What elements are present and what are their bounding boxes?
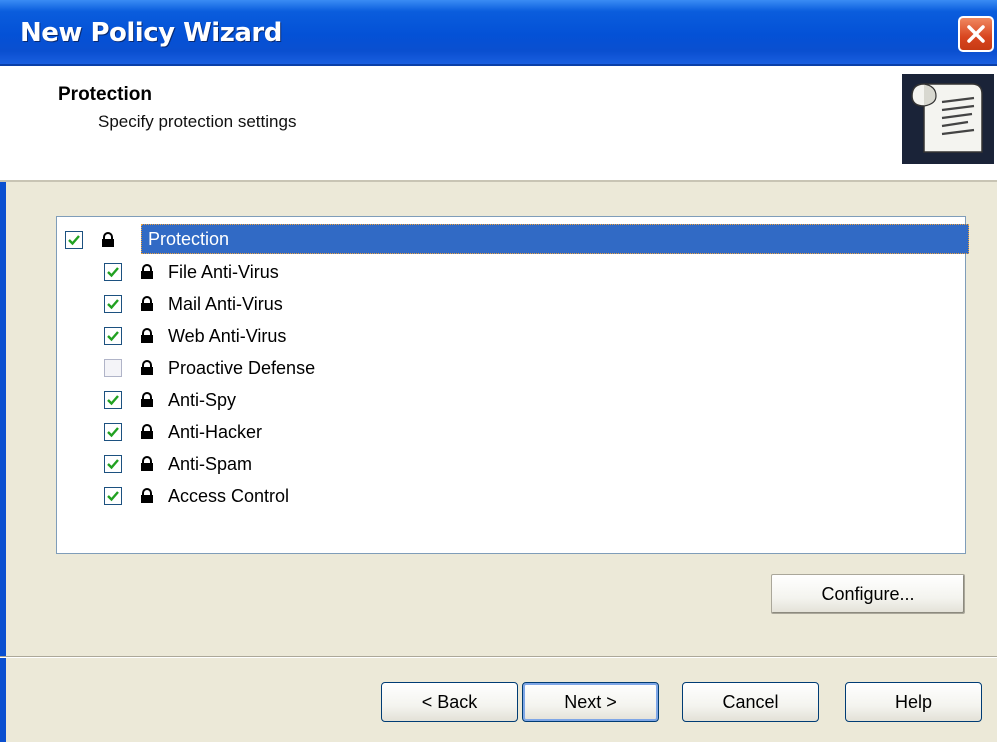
checkbox[interactable] bbox=[104, 455, 122, 473]
lock-icon bbox=[141, 488, 153, 503]
tree-item-label: Mail Anti-Virus bbox=[168, 293, 283, 314]
protection-tree[interactable]: Protection File Anti-Virus Mail Anti-Vir… bbox=[56, 216, 969, 554]
window-title: New Policy Wizard bbox=[20, 18, 282, 48]
checkbox[interactable] bbox=[104, 295, 122, 313]
tree-item-label: Access Control bbox=[168, 485, 290, 506]
lock-icon bbox=[141, 264, 153, 279]
tree-item-mail-anti-virus[interactable]: Mail Anti-Virus bbox=[104, 289, 283, 319]
footer-divider bbox=[0, 656, 997, 658]
checkmark-icon bbox=[107, 459, 119, 470]
tree-item-anti-spam[interactable]: Anti-Spam bbox=[104, 449, 252, 479]
tree-item-label: Anti-Spy bbox=[168, 389, 237, 410]
checkbox[interactable] bbox=[104, 487, 122, 505]
checkmark-icon bbox=[107, 395, 119, 406]
checkmark-icon bbox=[107, 331, 119, 342]
tree-item-label: Anti-Spam bbox=[168, 453, 253, 474]
tree-item-label: Anti-Hacker bbox=[168, 421, 263, 442]
checkbox[interactable] bbox=[104, 327, 122, 345]
lock-icon bbox=[141, 456, 153, 471]
tree-item-label: Web Anti-Virus bbox=[168, 325, 287, 346]
tree-root-checkbox[interactable] bbox=[65, 231, 83, 249]
configure-button[interactable]: Configure... bbox=[771, 574, 965, 614]
lock-icon bbox=[141, 360, 153, 375]
lock-icon bbox=[141, 424, 153, 439]
wizard-header: Protection Specify protection settings bbox=[0, 66, 997, 182]
lock-icon bbox=[141, 328, 153, 343]
lock-icon bbox=[102, 232, 114, 247]
checkmark-icon bbox=[107, 267, 119, 278]
tree-root-selection[interactable]: Protection bbox=[141, 224, 969, 254]
tree-root-protection[interactable]: Protection bbox=[65, 224, 969, 255]
checkbox-unchecked[interactable] bbox=[104, 359, 122, 377]
page-subtitle: Specify protection settings bbox=[98, 112, 297, 131]
checkmark-icon bbox=[107, 491, 119, 502]
next-button[interactable]: Next > bbox=[522, 682, 659, 722]
checkbox[interactable] bbox=[104, 263, 122, 281]
page-title: Protection bbox=[58, 84, 152, 105]
tree-item-label: File Anti-Virus bbox=[168, 261, 279, 282]
help-button[interactable]: Help bbox=[845, 682, 982, 722]
checkmark-icon bbox=[107, 299, 119, 310]
close-icon bbox=[967, 25, 985, 43]
tree-item-anti-spy[interactable]: Anti-Spy bbox=[104, 385, 236, 415]
lock-icon bbox=[141, 296, 153, 311]
tree-item-file-anti-virus[interactable]: File Anti-Virus bbox=[104, 257, 279, 287]
checkbox[interactable] bbox=[104, 423, 122, 441]
lock-icon bbox=[141, 392, 153, 407]
cancel-button[interactable]: Cancel bbox=[682, 682, 819, 722]
close-button[interactable] bbox=[958, 16, 994, 52]
tree-item-anti-hacker[interactable]: Anti-Hacker bbox=[104, 417, 262, 447]
tree-item-proactive-defense[interactable]: Proactive Defense bbox=[104, 353, 315, 383]
checkbox[interactable] bbox=[104, 391, 122, 409]
policy-scroll-icon bbox=[902, 74, 994, 164]
tree-item-access-control[interactable]: Access Control bbox=[104, 481, 289, 511]
tree-item-web-anti-virus[interactable]: Web Anti-Virus bbox=[104, 321, 286, 351]
tree-root-label: Protection bbox=[148, 229, 230, 249]
title-bar[interactable]: New Policy Wizard bbox=[0, 0, 997, 66]
back-button[interactable]: < Back bbox=[381, 682, 518, 722]
checkmark-icon bbox=[68, 235, 80, 246]
checkmark-icon bbox=[107, 427, 119, 438]
tree-item-label: Proactive Defense bbox=[168, 357, 316, 378]
